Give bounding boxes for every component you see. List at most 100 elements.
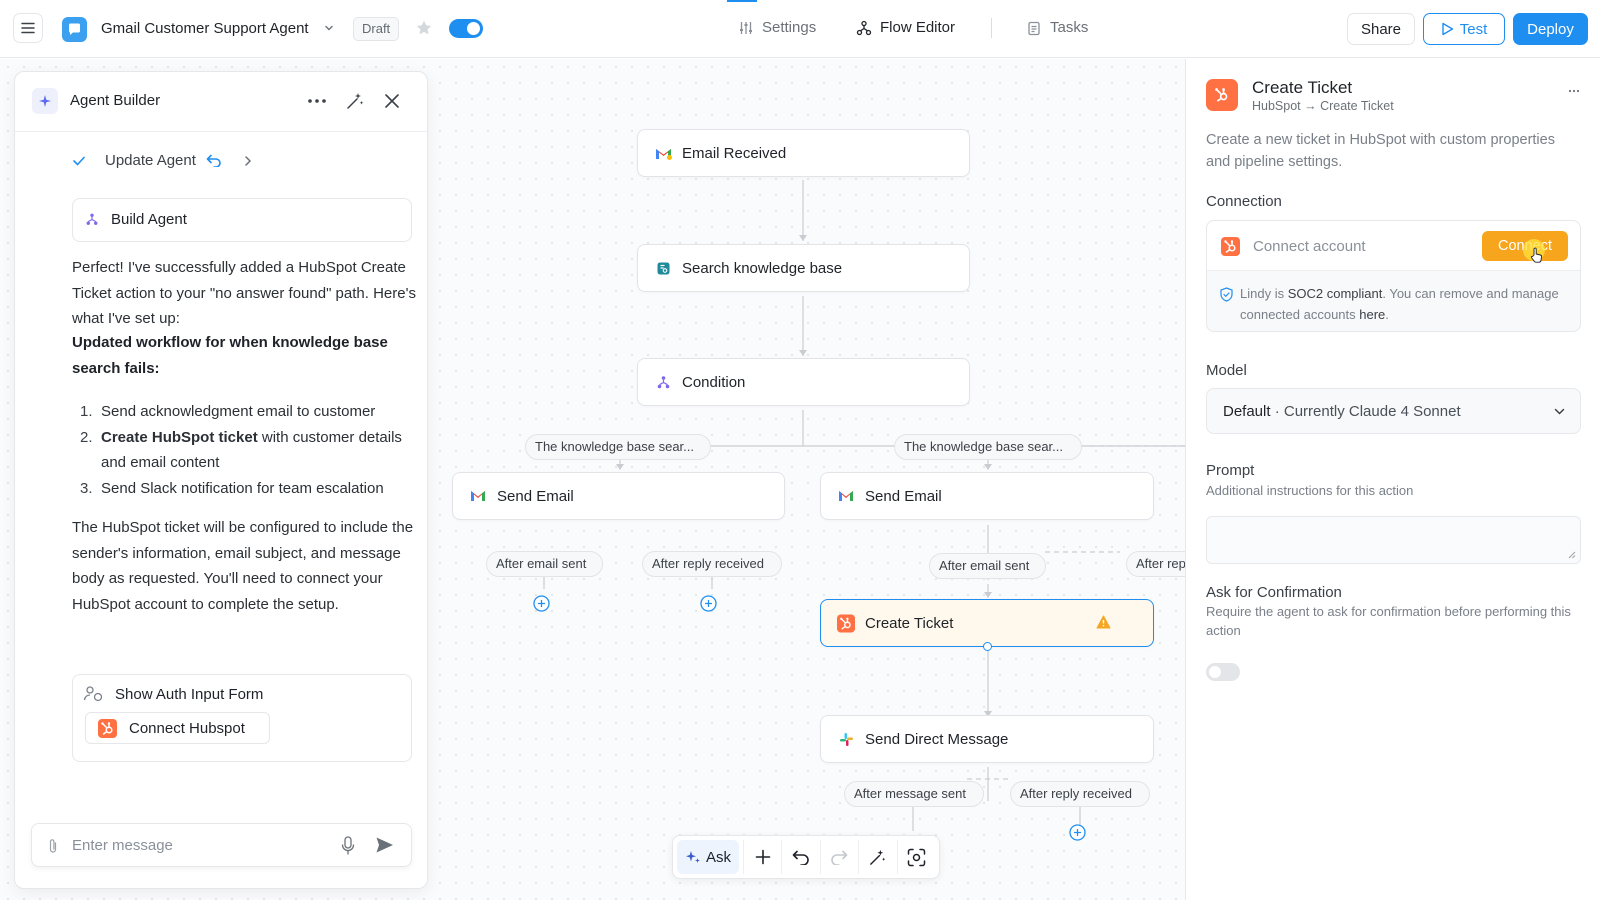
soc2-note: Lindy is SOC2 compliant. You can remove … [1240, 286, 1559, 322]
tab-divider [991, 18, 992, 38]
agent-app-icon [62, 17, 87, 42]
branch-label-right[interactable]: The knowledge base sear... [894, 434, 1082, 460]
more-options-icon[interactable] [1568, 89, 1580, 93]
redo-button[interactable] [819, 840, 858, 874]
deploy-button[interactable]: Deploy [1513, 13, 1588, 45]
auth-form-card: Show Auth Input Form Connect Hubspot [72, 674, 412, 762]
menu-button[interactable] [13, 13, 43, 43]
tab-settings[interactable]: Settings [738, 19, 816, 36]
connect-hubspot-button[interactable]: Connect Hubspot [85, 712, 270, 744]
assistant-message-outro: The HubSpot ticket will be configured to… [72, 519, 414, 613]
chevron-down-icon [1554, 408, 1565, 415]
node-label: Send Email [865, 487, 942, 505]
manage-accounts-link[interactable]: here [1359, 307, 1385, 322]
step-update-agent[interactable]: Update Agent [73, 152, 252, 169]
redo-icon [831, 850, 848, 865]
top-bar: Gmail Customer Support Agent Draft Setti… [0, 0, 1600, 58]
message-input-placeholder: Enter message [72, 837, 173, 854]
node-label: Email Received [682, 144, 787, 162]
undo-icon [792, 850, 809, 865]
list-item: 3. Send Slack notification for team esca… [80, 479, 384, 497]
edge-label-after-email-sent[interactable]: After email sent [929, 553, 1046, 579]
agent-name[interactable]: Gmail Customer Support Agent [101, 20, 309, 37]
hand-cursor-icon [1530, 247, 1542, 263]
node-condition[interactable]: Condition [637, 358, 970, 406]
model-select[interactable]: Default · Currently Claude 4 Sonnet [1206, 388, 1581, 434]
resize-handle-icon[interactable] [1568, 551, 1576, 559]
edge-label-after-reply-received[interactable]: After reply received [642, 551, 782, 577]
soc2-badge-text: SOC2 compliant [1287, 286, 1383, 301]
branch-label-left[interactable]: The knowledge base sear... [525, 434, 711, 460]
send-icon[interactable] [375, 836, 394, 854]
warning-icon[interactable] [1096, 615, 1111, 629]
sparkle-icon [686, 851, 700, 863]
build-agent-card[interactable]: Build Agent [72, 198, 412, 242]
tab-tasks[interactable]: Tasks [1026, 19, 1088, 36]
status-badge: Draft [353, 17, 400, 41]
workflow-steps-list: 1. Send acknowledgment email to customer… [72, 399, 417, 501]
add-step-icon[interactable] [533, 595, 550, 612]
action-inspector-panel: Create Ticket HubSpot → Create Ticket Cr… [1185, 59, 1600, 900]
star-icon[interactable] [415, 19, 433, 37]
node-create-ticket[interactable]: Create Ticket [820, 599, 1154, 647]
chevron-right-icon[interactable] [244, 155, 252, 167]
node-label: Search knowledge base [682, 259, 843, 277]
agent-builder-header: Agent Builder [15, 72, 427, 132]
magic-wand-icon[interactable] [345, 91, 365, 111]
share-button[interactable]: Share [1347, 13, 1415, 45]
add-step-icon[interactable] [1069, 824, 1086, 841]
node-search-knowledge-base[interactable]: Search knowledge base [637, 244, 970, 292]
node-send-email-right[interactable]: Send Email [820, 472, 1154, 520]
chevron-down-icon[interactable] [324, 23, 334, 33]
auto-layout-button[interactable] [858, 840, 896, 874]
tab-settings-label: Settings [762, 19, 817, 36]
knowledge-base-icon [654, 259, 672, 277]
message-input[interactable]: Enter message [31, 823, 412, 867]
slack-icon [837, 730, 855, 748]
edge-label-after-reply-received[interactable]: After reply received [1010, 781, 1150, 807]
prompt-textarea[interactable] [1206, 516, 1581, 564]
connection-box: Connect account Connect Lindy is SOC2 co… [1206, 220, 1581, 332]
agent-enabled-toggle[interactable] [449, 19, 483, 38]
edge-label-after-email-sent[interactable]: After email sent [486, 551, 603, 577]
node-email-received[interactable]: Email Received [637, 129, 970, 177]
hamburger-icon [21, 22, 35, 34]
tab-tasks-label: Tasks [1050, 19, 1089, 36]
focus-icon [907, 848, 926, 866]
flow-icon [86, 213, 98, 225]
agent-builder-panel: Agent Builder Update Agent Build Agent P… [14, 71, 428, 889]
node-send-email-left[interactable]: Send Email [452, 472, 785, 520]
undo-button[interactable] [781, 840, 819, 874]
test-button[interactable]: Test [1423, 13, 1505, 45]
edge-label-after-message-sent[interactable]: After message sent [844, 781, 984, 807]
node-send-direct-message[interactable]: Send Direct Message [820, 715, 1154, 763]
model-label: Model [1206, 362, 1247, 379]
add-node-button[interactable] [743, 840, 781, 874]
condition-icon [654, 373, 672, 391]
build-agent-label: Build Agent [111, 211, 187, 228]
canvas-toolbar: Ask [672, 835, 940, 879]
undo-icon[interactable] [206, 154, 222, 167]
model-select-value: Default · Currently Claude 4 Sonnet [1223, 403, 1461, 420]
more-options-icon[interactable] [307, 98, 327, 104]
ask-button[interactable]: Ask [677, 840, 740, 874]
node-label: Condition [682, 373, 746, 391]
microphone-icon[interactable] [341, 836, 355, 855]
close-icon[interactable] [384, 93, 400, 109]
gmail-icon [654, 144, 672, 162]
confirmation-label: Ask for Confirmation [1206, 584, 1342, 601]
confirmation-toggle[interactable] [1206, 663, 1240, 681]
connect-account-row: Connect account Connect [1207, 221, 1580, 271]
user-settings-icon [83, 686, 103, 702]
action-description: Create a new ticket in HubSpot with cust… [1206, 132, 1555, 170]
tab-indicator [727, 0, 757, 2]
add-step-icon[interactable] [700, 595, 717, 612]
shield-check-icon [1220, 287, 1233, 302]
fit-view-button[interactable] [896, 840, 935, 874]
action-breadcrumb: HubSpot → Create Ticket [1252, 99, 1394, 113]
agent-builder-title: Agent Builder [70, 92, 161, 109]
paperclip-icon[interactable] [48, 838, 58, 854]
tab-flow-editor[interactable]: Flow Editor [856, 19, 955, 36]
node-output-port[interactable] [983, 642, 992, 651]
confirmation-subtitle: Require the agent to ask for confirmatio… [1206, 604, 1571, 638]
